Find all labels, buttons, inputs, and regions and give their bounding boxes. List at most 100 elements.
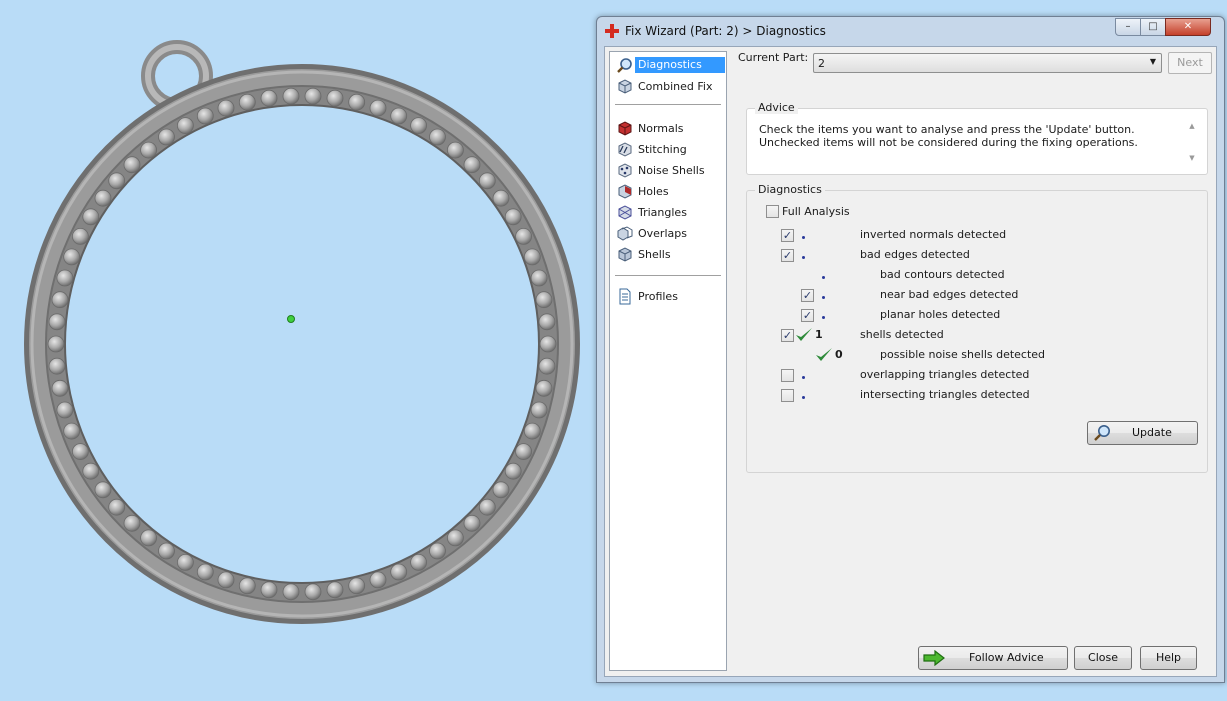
pendant-bead bbox=[47, 335, 65, 353]
pendant-bead bbox=[538, 357, 556, 375]
diagnostic-count: 0 bbox=[835, 348, 843, 361]
noise-shells-icon bbox=[618, 163, 632, 178]
pendant-bead bbox=[530, 269, 548, 287]
nav-item-diagnostics[interactable]: Diagnostics bbox=[614, 56, 725, 76]
diagnostic-checkbox[interactable] bbox=[781, 389, 794, 402]
pendant-bead bbox=[369, 571, 387, 589]
pendant-bead bbox=[429, 128, 446, 146]
pendant-bead bbox=[63, 248, 81, 266]
fix-wizard-dialog: Fix Wizard (Part: 2) > Diagnostics – □ ✕… bbox=[596, 16, 1225, 683]
nav-item-label: Holes bbox=[638, 185, 669, 198]
close-button[interactable]: Close bbox=[1074, 646, 1132, 670]
pendant-bead bbox=[429, 542, 446, 560]
pendant-bead bbox=[51, 379, 69, 397]
diagnostic-label: bad edges detected bbox=[860, 248, 970, 261]
follow-advice-button[interactable]: Follow Advice bbox=[918, 646, 1068, 670]
pendant-bead bbox=[158, 128, 175, 146]
pendant-bead bbox=[304, 87, 322, 105]
nav-item-profiles[interactable]: Profiles bbox=[614, 287, 724, 307]
pendant-bead bbox=[535, 291, 553, 309]
pendant-bead bbox=[282, 583, 300, 601]
status-dot-icon bbox=[822, 276, 825, 279]
diagnostic-checkbox[interactable]: ✓ bbox=[781, 329, 794, 342]
pendant-bead bbox=[94, 189, 112, 207]
document-icon bbox=[619, 288, 631, 305]
triangles-icon bbox=[618, 205, 632, 220]
pendant-bead bbox=[108, 172, 126, 190]
diagnostic-label: intersecting triangles detected bbox=[860, 388, 1030, 401]
advice-scrollbar[interactable]: ▲ ▼ bbox=[1185, 122, 1199, 168]
nav-item-combined-fix[interactable]: Combined Fix bbox=[614, 77, 724, 97]
nav-item-shells[interactable]: Shells bbox=[614, 245, 724, 265]
pendant-bead bbox=[108, 498, 126, 516]
nav-separator bbox=[615, 275, 721, 276]
pendant-bead bbox=[478, 172, 496, 190]
nav-item-stitching[interactable]: Stitching bbox=[614, 140, 724, 160]
diagnostic-checkbox[interactable]: ✓ bbox=[781, 229, 794, 242]
minimize-button[interactable]: – bbox=[1115, 18, 1141, 36]
nav-item-label: Shells bbox=[638, 248, 671, 261]
scroll-up-icon[interactable]: ▲ bbox=[1185, 122, 1199, 130]
window-close-button[interactable]: ✕ bbox=[1165, 18, 1211, 36]
next-button[interactable]: Next bbox=[1168, 52, 1212, 74]
nav-item-noise-shells[interactable]: Noise Shells bbox=[614, 161, 724, 181]
nav-item-triangles[interactable]: Triangles bbox=[614, 203, 724, 223]
dropdown-arrow-icon: ▼ bbox=[1149, 57, 1156, 66]
current-part-select[interactable]: 2 ▼ bbox=[813, 53, 1162, 73]
pendant-bead bbox=[158, 542, 175, 560]
diagnostic-checkbox[interactable]: ✓ bbox=[781, 249, 794, 262]
pendant-bead bbox=[176, 117, 194, 134]
pendant-bead bbox=[196, 563, 214, 581]
status-dot-icon bbox=[802, 236, 805, 239]
pendant-bead bbox=[140, 141, 158, 159]
pendant-bead bbox=[82, 462, 100, 480]
pendant-bead bbox=[176, 554, 194, 571]
status-dot-icon bbox=[822, 316, 825, 319]
nav-item-label: Combined Fix bbox=[638, 80, 713, 93]
pendant-bead bbox=[348, 577, 366, 595]
pivot-marker bbox=[287, 315, 295, 323]
pendant-bead bbox=[504, 208, 522, 226]
nav-item-label: Overlaps bbox=[638, 227, 687, 240]
diagnostic-label: near bad edges detected bbox=[880, 288, 1019, 301]
diagnostic-label: overlapping triangles detected bbox=[860, 368, 1030, 381]
pendant-bead bbox=[463, 514, 481, 532]
pendant-bead bbox=[82, 208, 100, 226]
diagnostic-checkbox[interactable]: ✓ bbox=[801, 309, 814, 322]
maximize-button[interactable]: □ bbox=[1140, 18, 1166, 36]
pendant-bead bbox=[238, 93, 256, 111]
pendant-bead bbox=[326, 89, 344, 107]
repair-cross-icon bbox=[605, 24, 619, 38]
nav-item-label: Normals bbox=[638, 122, 684, 135]
diagnostic-label: shells detected bbox=[860, 328, 944, 341]
full-analysis-checkbox[interactable] bbox=[766, 205, 779, 218]
pendant-bead bbox=[446, 529, 464, 547]
status-dot-icon bbox=[802, 376, 805, 379]
pendant-bead bbox=[446, 141, 464, 159]
pendant-bead bbox=[523, 248, 541, 266]
status-dot-icon bbox=[802, 256, 805, 259]
nav-item-label: Profiles bbox=[638, 290, 678, 303]
pendant-bead bbox=[304, 583, 322, 601]
pendant-bead bbox=[390, 107, 408, 125]
pendant-bead bbox=[123, 514, 141, 532]
update-button[interactable]: Update bbox=[1087, 421, 1198, 445]
3d-viewport[interactable] bbox=[0, 0, 595, 701]
pendant-bead bbox=[492, 189, 510, 207]
title-bar[interactable]: Fix Wizard (Part: 2) > Diagnostics – □ ✕ bbox=[597, 17, 1224, 45]
update-label: Update bbox=[1132, 426, 1172, 439]
nav-item-normals[interactable]: Normals bbox=[614, 119, 724, 139]
nav-item-holes[interactable]: Holes bbox=[614, 182, 724, 202]
diagnostic-checkbox[interactable]: ✓ bbox=[801, 289, 814, 302]
pendant-bead bbox=[538, 313, 556, 331]
ok-check-icon bbox=[796, 328, 812, 341]
help-button[interactable]: Help bbox=[1140, 646, 1197, 670]
pendant-bead bbox=[369, 99, 387, 117]
diagnostic-checkbox[interactable] bbox=[781, 369, 794, 382]
pendant-bead bbox=[326, 581, 344, 599]
nav-item-overlaps[interactable]: Overlaps bbox=[614, 224, 724, 244]
scroll-down-icon[interactable]: ▼ bbox=[1185, 154, 1199, 162]
diagnostics-title: Diagnostics bbox=[755, 183, 825, 196]
nav-item-label: Noise Shells bbox=[638, 164, 705, 177]
cube-icon bbox=[618, 79, 632, 94]
